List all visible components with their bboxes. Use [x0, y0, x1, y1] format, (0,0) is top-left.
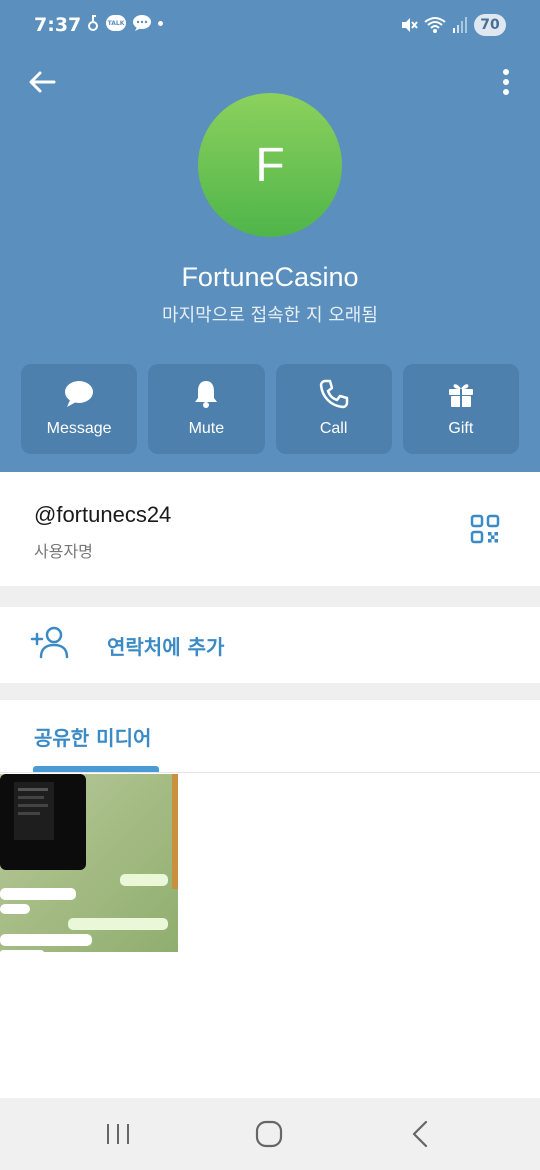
- username-row[interactable]: @fortunecs24 사용자명: [0, 472, 540, 586]
- nav-back-icon[interactable]: [404, 1118, 436, 1150]
- tab-divider: [0, 772, 540, 773]
- username: @fortunecs24: [34, 502, 172, 527]
- wifi-icon: [424, 17, 446, 33]
- avatar[interactable]: F: [198, 93, 342, 237]
- add-contact-label: 연락처에 추가: [107, 635, 225, 659]
- add-contact-row[interactable]: 연락처에 추가: [0, 607, 540, 683]
- call-button[interactable]: Call: [275, 364, 392, 454]
- action-buttons: Message Mute Call Gift: [21, 364, 519, 454]
- more-options-icon[interactable]: [498, 66, 514, 98]
- shared-media-tab[interactable]: 공유한 미디어: [34, 722, 151, 751]
- mute-button[interactable]: Mute: [148, 364, 265, 454]
- gift-label: Gift: [448, 420, 474, 437]
- qr-code-icon[interactable]: [470, 514, 500, 544]
- gift-icon: [448, 384, 473, 407]
- phone-icon: [319, 379, 348, 409]
- notification-icon: [88, 15, 98, 31]
- more-notifications-dot: [158, 20, 163, 26]
- section-divider: [0, 683, 540, 700]
- profile-name: FortuneCasino: [181, 262, 359, 292]
- status-bar: 7:37 TALK 70: [0, 0, 540, 52]
- mute-label: Mute: [188, 420, 225, 437]
- system-navigation-bar: [0, 1098, 540, 1170]
- mute-icon: [402, 18, 418, 32]
- bell-icon: [195, 381, 218, 408]
- add-user-icon: [30, 626, 69, 659]
- media-thumbnail[interactable]: [0, 774, 178, 952]
- section-divider: [0, 586, 540, 607]
- message-button[interactable]: Message: [21, 364, 138, 454]
- chat-bubble-icon: [65, 381, 94, 407]
- message-label: Message: [46, 420, 112, 437]
- profile-header: 7:37 TALK 70 F FortuneCasino 마지막으로 접속한 지…: [0, 0, 540, 472]
- gift-button[interactable]: Gift: [402, 364, 519, 454]
- kakaotalk-icon: TALK: [106, 15, 126, 31]
- recent-apps-icon[interactable]: [102, 1118, 134, 1150]
- battery-indicator: 70: [474, 14, 506, 36]
- home-icon[interactable]: [253, 1118, 285, 1150]
- chat-screenshot-image: [0, 774, 178, 952]
- call-label: Call: [319, 420, 348, 437]
- status-time: 7:37: [34, 14, 82, 36]
- last-seen-status: 마지막으로 접속한 지 오래됨: [162, 305, 378, 326]
- message-icon: [133, 15, 151, 31]
- back-arrow-icon[interactable]: [26, 66, 58, 98]
- username-caption: 사용자명: [34, 542, 93, 561]
- shared-media-section: 공유한 미디어: [0, 700, 540, 1098]
- signal-icon: [453, 17, 467, 33]
